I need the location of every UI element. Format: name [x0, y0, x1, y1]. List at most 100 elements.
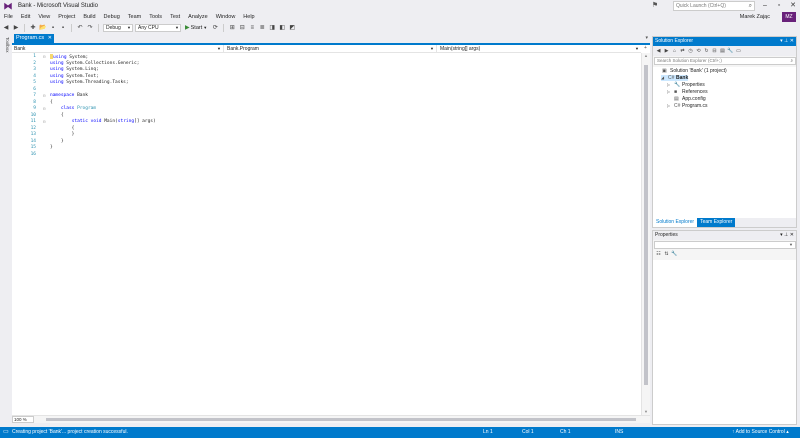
- close-icon[interactable]: ✕: [790, 232, 794, 238]
- forward-icon[interactable]: ▶: [663, 48, 670, 55]
- project-dropdown[interactable]: Bank ▼: [12, 45, 224, 53]
- menu-analyze[interactable]: Analyze: [184, 12, 212, 22]
- pending-changes-filter-icon[interactable]: ◷: [687, 48, 694, 55]
- alphabetical-icon[interactable]: ⇅: [663, 251, 670, 258]
- class-dropdown[interactable]: Bank.Program ▼: [225, 45, 437, 53]
- start-button[interactable]: ▶ Start ▼: [183, 24, 209, 32]
- redo-icon[interactable]: ↷: [86, 24, 94, 32]
- menu-file[interactable]: File: [0, 12, 17, 22]
- pin-icon[interactable]: ⊥: [784, 232, 788, 238]
- editor-bottom-bar: 100 %: [12, 415, 650, 423]
- expand-toggle-icon[interactable]: ▷: [667, 89, 672, 95]
- member-dropdown[interactable]: Main(string[] args) ▼: [438, 45, 641, 53]
- add-to-source-control-button[interactable]: ↑ Add to Source Control ▴: [732, 427, 789, 438]
- menu-test[interactable]: Test: [166, 12, 184, 22]
- menu-view[interactable]: View: [34, 12, 54, 22]
- bookmark-icon[interactable]: ◨: [268, 24, 276, 32]
- comment-icon[interactable]: ≡: [248, 24, 256, 32]
- code-text: }: [50, 132, 75, 137]
- fold-toggle-icon[interactable]: ⊟: [43, 93, 49, 99]
- menu-edit[interactable]: Edit: [17, 12, 34, 22]
- user-name[interactable]: Marek Zając: [740, 12, 770, 22]
- home-icon[interactable]: ⌂: [671, 48, 678, 55]
- fold-toggle-icon[interactable]: ⊟: [43, 54, 49, 60]
- switch-views-icon[interactable]: ⇄: [679, 48, 686, 55]
- menu-project[interactable]: Project: [54, 12, 79, 22]
- menu-build[interactable]: Build: [79, 12, 99, 22]
- bookmark-prev-icon[interactable]: ◩: [288, 24, 296, 32]
- properties-object-select[interactable]: ▼: [654, 241, 796, 249]
- panel-menu-icon[interactable]: ▾: [780, 232, 783, 238]
- panel-menu-icon[interactable]: ▾: [780, 38, 783, 44]
- properties-icon[interactable]: 🔧: [727, 48, 734, 55]
- close-button[interactable]: ✕: [786, 0, 800, 12]
- tree-item[interactable]: ▤ App.config: [667, 96, 706, 102]
- scroll-thumb[interactable]: [46, 418, 636, 421]
- zoom-value: 100 %: [14, 417, 27, 422]
- back-icon[interactable]: ◀: [655, 48, 662, 55]
- menu-window[interactable]: Window: [212, 12, 240, 22]
- avatar[interactable]: MZ: [782, 12, 796, 22]
- solution-platform-select[interactable]: Any CPU ▼: [135, 23, 181, 32]
- pin-icon[interactable]: ⊥: [784, 38, 788, 44]
- editor-horizontal-scrollbar[interactable]: [42, 417, 642, 422]
- line-number: 11: [30, 119, 36, 124]
- tab-program-cs[interactable]: Program.cs ✕: [14, 34, 54, 43]
- expand-toggle-icon[interactable]: ▷: [667, 82, 672, 88]
- configuration-value: Debug: [106, 24, 121, 31]
- expand-toggle-icon[interactable]: ▷: [667, 103, 672, 109]
- scroll-thumb[interactable]: [644, 65, 648, 385]
- tab-solution-explorer[interactable]: Solution Explorer: [653, 218, 698, 227]
- menu-tools[interactable]: Tools: [145, 12, 166, 22]
- uncomment-icon[interactable]: ≣: [258, 24, 266, 32]
- tree-item[interactable]: ▷ 🔧 Properties: [667, 82, 705, 88]
- tree-item[interactable]: ▣ Solution 'Bank' (1 project): [655, 68, 727, 74]
- solution-configuration-select[interactable]: Debug ▼: [103, 23, 133, 32]
- tree-item[interactable]: ▷ ■ References: [667, 89, 708, 95]
- show-all-files-icon[interactable]: ▤: [719, 48, 726, 55]
- menu-help[interactable]: Help: [239, 12, 258, 22]
- undo-icon[interactable]: ↶: [76, 24, 84, 32]
- fold-toggle-icon[interactable]: ⊟: [43, 119, 49, 125]
- close-icon[interactable]: ✕: [790, 38, 794, 44]
- menu-team[interactable]: Team: [124, 12, 145, 22]
- collapse-all-icon[interactable]: ⊟: [711, 48, 718, 55]
- toolbar-action-icon[interactable]: ⊞: [228, 24, 236, 32]
- toolbox-tab[interactable]: Toolbox: [2, 37, 10, 77]
- save-icon[interactable]: ▪: [49, 24, 57, 32]
- split-editor-icon[interactable]: +: [641, 45, 650, 53]
- menu-debug[interactable]: Debug: [100, 12, 124, 22]
- sync-icon[interactable]: ⟲: [695, 48, 702, 55]
- tree-item[interactable]: ▷ C# Program.cs: [667, 103, 708, 109]
- quick-launch-input[interactable]: Quick Launch (Ctrl+Q) ⌕: [673, 1, 755, 11]
- open-file-icon[interactable]: 📂: [39, 24, 47, 32]
- refresh-icon[interactable]: ↻: [703, 48, 710, 55]
- expand-toggle-icon[interactable]: ◢: [661, 75, 666, 81]
- tab-team-explorer[interactable]: Team Explorer: [697, 218, 736, 227]
- minimize-button[interactable]: –: [758, 0, 772, 12]
- line-number: 2: [33, 60, 36, 66]
- tab-overflow-icon[interactable]: ▾: [645, 35, 648, 41]
- back-icon[interactable]: ◀: [2, 24, 10, 32]
- categorized-icon[interactable]: ☷: [655, 251, 662, 258]
- bookmark-next-icon[interactable]: ◧: [278, 24, 286, 32]
- fold-toggle-icon[interactable]: ⊟: [43, 106, 49, 112]
- zoom-select[interactable]: 100 %: [12, 416, 34, 423]
- new-project-icon[interactable]: ✚: [29, 24, 37, 32]
- line-number: 3: [33, 67, 36, 72]
- forward-icon[interactable]: ▶: [12, 24, 20, 32]
- property-pages-icon[interactable]: 🔧: [671, 251, 678, 258]
- browser-link-icon[interactable]: ⟳: [211, 24, 219, 32]
- preview-icon[interactable]: ▭: [735, 48, 742, 55]
- scroll-up-icon[interactable]: ▲: [642, 53, 650, 59]
- notifications-flag-icon[interactable]: ⚑: [650, 2, 660, 10]
- close-tab-icon[interactable]: ✕: [48, 34, 52, 43]
- tree-item[interactable]: ◢ C# Bank: [661, 75, 689, 81]
- maximize-button[interactable]: ▫: [772, 0, 786, 12]
- code-editor[interactable]: 1 ⊟ using System; 2 using System.Collections…: [12, 53, 641, 415]
- editor-vertical-scrollbar[interactable]: ▲ ▼: [641, 53, 650, 415]
- save-all-icon[interactable]: ▪: [59, 24, 67, 32]
- code-text: using System.Threading.Tasks;: [50, 80, 129, 85]
- solution-explorer-search-input[interactable]: Search Solution Explorer (Ctrl+;) ⌕: [654, 57, 796, 65]
- toolbar-action-icon[interactable]: ⊟: [238, 24, 246, 32]
